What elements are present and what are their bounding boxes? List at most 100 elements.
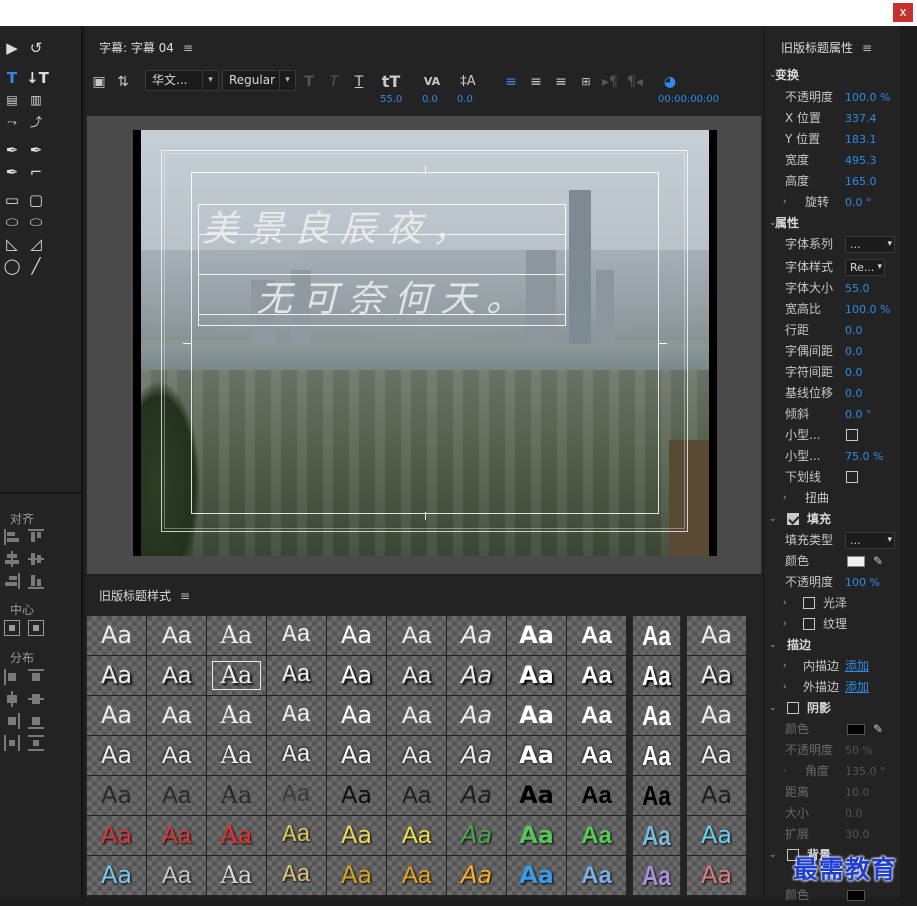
style-swatch[interactable]: Aa xyxy=(207,856,266,895)
style-swatch[interactable]: Aa xyxy=(632,616,681,655)
style-swatch[interactable]: Aa xyxy=(267,616,326,655)
area-type-tool-icon[interactable]: ▤ xyxy=(2,90,22,110)
shadow-size-value[interactable]: 0.0 xyxy=(845,803,863,824)
style-swatch[interactable]: Aa xyxy=(87,816,146,855)
kerning-value[interactable]: 0.0 xyxy=(845,341,863,362)
texture-row[interactable]: › 纹理 xyxy=(765,614,900,635)
distribute-vcenter-icon[interactable] xyxy=(28,691,44,707)
style-swatch[interactable]: Aa xyxy=(207,776,266,815)
style-swatch[interactable]: Aa xyxy=(447,696,506,735)
style-swatch[interactable]: Aa xyxy=(687,816,746,855)
inner-stroke-add-link[interactable]: 添加 xyxy=(845,656,869,677)
style-swatch[interactable]: Aa xyxy=(447,616,506,655)
style-swatch[interactable]: Aa xyxy=(387,736,446,775)
tab-stops-icon[interactable]: ⊞ xyxy=(577,72,595,92)
roll-crawl-options-icon[interactable]: ⇅ xyxy=(113,72,133,92)
rounded-corner-tool-icon[interactable]: ⬭ xyxy=(26,212,46,232)
font-size-value[interactable]: 55.0 xyxy=(380,94,402,105)
underline-icon[interactable]: T xyxy=(351,72,367,92)
center-text-icon[interactable]: ≡ xyxy=(528,72,544,92)
bold-icon[interactable]: T xyxy=(301,72,317,92)
selection-tool-icon[interactable]: ▶ xyxy=(2,38,22,58)
fill-checkbox[interactable] xyxy=(787,513,799,525)
panel-menu-icon[interactable]: ≡ xyxy=(183,41,193,55)
style-swatch[interactable]: Aa xyxy=(267,656,326,695)
style-swatch[interactable]: Aa xyxy=(147,856,206,895)
align-vcenter-icon[interactable] xyxy=(28,551,44,567)
style-swatch[interactable]: Aa xyxy=(687,656,746,695)
style-swatch[interactable]: Aa xyxy=(267,856,326,895)
shadow-angle-row[interactable]: › 角度 135.0 ° xyxy=(765,761,900,782)
center-vertical-icon[interactable] xyxy=(28,620,44,636)
style-swatch[interactable]: Aa xyxy=(87,856,146,895)
style-swatch[interactable]: Aa xyxy=(387,656,446,695)
vertical-area-type-tool-icon[interactable]: ▥ xyxy=(26,90,46,110)
style-swatch[interactable]: Aa xyxy=(447,856,506,895)
style-swatch[interactable]: Aa xyxy=(507,816,566,855)
font-style-dropdown[interactable]: Regular ▾ xyxy=(222,70,296,91)
style-swatch[interactable]: Aa xyxy=(327,736,386,775)
style-swatch[interactable]: Aa xyxy=(267,736,326,775)
distort-row[interactable]: › 扭曲 xyxy=(765,488,900,509)
text-object[interactable]: 美景良辰夜， 无可奈何天。 xyxy=(198,204,566,326)
style-swatch[interactable]: Aa xyxy=(327,656,386,695)
style-swatch[interactable]: Aa xyxy=(207,816,266,855)
style-swatch[interactable]: Aa xyxy=(447,656,506,695)
rotation-value[interactable]: 0.0 ° xyxy=(845,192,872,213)
delete-anchor-tool-icon[interactable]: ✒ xyxy=(26,140,46,160)
style-swatch[interactable]: Aa xyxy=(632,736,681,775)
convert-anchor-tool-icon[interactable]: ⌐ xyxy=(26,162,46,182)
type-tool-icon[interactable]: T xyxy=(2,68,22,88)
shadow-opacity-value[interactable]: 50 % xyxy=(845,740,873,761)
baseline-value[interactable]: 0.0 xyxy=(845,383,863,404)
styles-tab[interactable]: 旧版标题样式 ≡ xyxy=(99,587,190,604)
font-family-dropdown[interactable]: ... ▾ xyxy=(845,236,895,253)
arc-tool-icon[interactable]: ◿ xyxy=(26,234,46,254)
fill-opacity-value[interactable]: 100 % xyxy=(845,572,880,593)
style-swatch[interactable]: Aa xyxy=(687,616,746,655)
transform-section[interactable]: ⌄ 变换 xyxy=(765,65,900,86)
align-right-icon[interactable] xyxy=(4,573,20,589)
center-horizontal-icon[interactable] xyxy=(4,620,20,636)
aspect-value[interactable]: 100.0 % xyxy=(845,299,890,320)
style-swatch[interactable]: Aa xyxy=(632,856,681,895)
shadow-distance-value[interactable]: 10.0 xyxy=(845,782,870,803)
italic-icon[interactable]: T xyxy=(326,72,342,92)
fill-section[interactable]: ⌄ 填充 xyxy=(765,509,900,530)
close-button[interactable]: x xyxy=(893,3,913,22)
new-title-icon[interactable]: ▣ xyxy=(91,72,107,92)
style-swatch[interactable]: Aa xyxy=(207,696,266,735)
sheen-checkbox[interactable] xyxy=(803,597,815,609)
distribute-top-icon[interactable] xyxy=(28,669,44,685)
style-swatch[interactable]: Aa xyxy=(567,856,626,895)
style-swatch[interactable]: Aa xyxy=(567,616,626,655)
style-swatch[interactable]: Aa xyxy=(567,736,626,775)
slant-value[interactable]: 0.0 ° xyxy=(845,404,872,425)
opacity-value[interactable]: 100.0 % xyxy=(845,87,890,108)
style-swatch[interactable]: Aa xyxy=(87,776,146,815)
style-swatch[interactable]: Aa xyxy=(567,816,626,855)
style-swatch[interactable]: Aa xyxy=(632,656,681,695)
kerning-icon[interactable]: VA xyxy=(421,72,443,92)
properties-tab[interactable]: 旧版标题属性 ≡ xyxy=(781,39,872,56)
leading-icon[interactable]: ‡A xyxy=(457,72,479,92)
shadow-spread-value[interactable]: 30.0 xyxy=(845,824,870,845)
outer-stroke-row[interactable]: › 外描边 添加 xyxy=(765,677,900,698)
style-swatch[interactable]: Aa xyxy=(387,616,446,655)
style-swatch[interactable]: Aa xyxy=(567,776,626,815)
leading-value[interactable]: 0.0 xyxy=(457,94,473,105)
style-swatch[interactable]: Aa xyxy=(447,736,506,775)
style-swatch[interactable]: Aa xyxy=(507,776,566,815)
width-value[interactable]: 495.3 xyxy=(845,150,877,171)
style-swatch[interactable]: Aa xyxy=(687,736,746,775)
title-canvas[interactable]: 美景良辰夜， 无可奈何天。 xyxy=(87,116,761,574)
paragraph-left-icon[interactable]: ▸¶ xyxy=(601,72,619,92)
add-anchor-tool-icon[interactable]: ✒ xyxy=(2,162,22,182)
height-value[interactable]: 165.0 xyxy=(845,171,877,192)
inner-stroke-row[interactable]: › 内描边 添加 xyxy=(765,656,900,677)
outer-stroke-add-link[interactable]: 添加 xyxy=(845,677,869,698)
x-position-value[interactable]: 337.4 xyxy=(845,108,877,129)
rotation-row[interactable]: › 旋转 0.0 ° xyxy=(765,192,900,213)
style-swatch[interactable]: Aa xyxy=(207,656,266,695)
style-swatch[interactable]: Aa xyxy=(147,776,206,815)
